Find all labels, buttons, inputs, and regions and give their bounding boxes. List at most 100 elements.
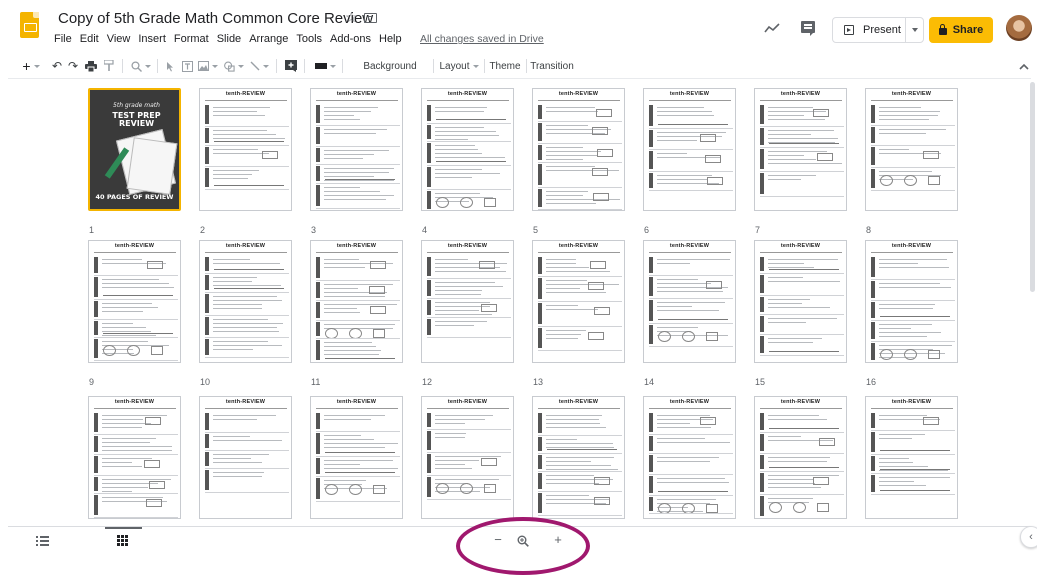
worksheet-text-line <box>102 419 143 420</box>
slide-thumbnail[interactable]: tenth-REVIEW <box>310 240 403 363</box>
worksheet-text-line <box>657 111 712 112</box>
scrollbar-thumb[interactable] <box>1030 82 1035 292</box>
slide-thumbnail[interactable]: tenth-REVIEW <box>532 88 625 211</box>
add-comment-icon[interactable] <box>284 57 298 75</box>
worksheet-text-line <box>102 311 143 312</box>
number-line <box>769 269 839 270</box>
slide-thumbnail[interactable]: tenth-REVIEW <box>643 396 736 519</box>
comments-icon[interactable] <box>801 21 815 36</box>
menu-insert[interactable]: Insert <box>138 33 166 45</box>
save-status-link[interactable]: All changes saved in Drive <box>420 33 544 45</box>
grid-view-icon[interactable] <box>117 535 129 547</box>
slide-thumbnail[interactable]: tenth-REVIEW <box>865 88 958 211</box>
side-panel-toggle[interactable]: ‹ <box>1020 526 1037 548</box>
worksheet-text-line <box>546 267 589 268</box>
slide-thumbnail[interactable]: tenth-REVIEW <box>421 88 514 211</box>
worksheet-rule <box>871 252 953 253</box>
worksheet-text-line <box>102 279 159 280</box>
paint-format-icon[interactable] <box>102 57 116 75</box>
header: Copy of 5th Grade Math Common Core Revie… <box>6 0 1032 52</box>
grid-scrollbar[interactable] <box>1030 82 1035 522</box>
theme-button[interactable]: Theme <box>488 57 522 75</box>
menu-help[interactable]: Help <box>379 33 402 45</box>
slide-thumbnail[interactable]: tenth-REVIEW <box>865 396 958 519</box>
present-options-dropdown[interactable] <box>906 18 923 42</box>
question-marker <box>205 317 209 335</box>
slide-thumbnail[interactable]: tenth-REVIEW <box>88 396 181 519</box>
print-icon[interactable] <box>84 57 98 75</box>
worksheet-text-line <box>657 132 726 133</box>
zoom-in-button[interactable]: + <box>551 532 565 548</box>
slide-thumbnail[interactable]: tenth-REVIEW <box>643 88 736 211</box>
slide-thumbnail[interactable]: tenth-REVIEW <box>310 88 403 211</box>
worksheet-text-line <box>102 438 156 439</box>
slide-thumbnail[interactable]: tenth-REVIEW <box>88 240 181 363</box>
slide-thumbnail[interactable]: tenth-REVIEW <box>754 240 847 363</box>
worksheet-text-line <box>879 458 909 459</box>
worksheet-divider <box>538 301 622 302</box>
slide-thumbnail[interactable]: tenth-REVIEW <box>199 240 292 363</box>
zoom-toolbar-button[interactable] <box>130 57 152 75</box>
menu-tools[interactable]: Tools <box>296 33 322 45</box>
worksheet-rule <box>760 408 842 409</box>
activity-dashboard-icon[interactable] <box>764 22 780 34</box>
menu-add-ons[interactable]: Add-ons <box>330 33 371 45</box>
insert-image-icon[interactable] <box>198 57 218 75</box>
filmstrip-view-icon[interactable] <box>36 535 50 547</box>
question-marker <box>538 145 542 160</box>
collapse-toolbar-icon[interactable] <box>1017 57 1031 75</box>
transition-button[interactable]: Transition <box>530 57 574 75</box>
background-button[interactable]: Background <box>350 57 430 75</box>
worksheet-text-line <box>324 324 395 325</box>
slide-thumbnail[interactable]: tenth-REVIEW <box>754 396 847 519</box>
slide-number: 16 <box>866 377 877 387</box>
question-marker <box>649 413 653 432</box>
question-marker <box>205 105 209 124</box>
zoom-icon[interactable] <box>517 535 529 547</box>
worksheet-text-line <box>546 423 600 424</box>
toolbar-divider <box>8 78 1031 79</box>
menu-format[interactable]: Format <box>174 33 209 45</box>
move-folder-icon[interactable] <box>364 13 377 23</box>
menu-view[interactable]: View <box>107 33 131 45</box>
diagram-shape <box>928 350 940 359</box>
slide-thumbnail[interactable]: tenth-REVIEW <box>310 396 403 519</box>
text-box-icon[interactable] <box>180 57 194 75</box>
slide-thumbnail[interactable]: tenth-REVIEW <box>754 88 847 211</box>
slide-thumbnail[interactable]: tenth-REVIEW <box>865 240 958 363</box>
share-button[interactable]: Share <box>929 17 993 43</box>
slide-thumbnail[interactable]: tenth-REVIEW <box>199 88 292 211</box>
star-icon[interactable]: ☆ <box>345 9 358 26</box>
redo-icon[interactable]: ↷ <box>66 57 80 75</box>
line-icon[interactable] <box>249 57 269 75</box>
slide-thumbnail[interactable]: 5th grade math TEST PREP REVIEW 40 PAGES O… <box>88 88 181 211</box>
account-avatar[interactable] <box>1006 15 1032 41</box>
slide-thumbnail[interactable]: tenth-REVIEW <box>421 240 514 363</box>
layout-button[interactable]: Layout <box>438 57 480 75</box>
slide-thumbnail[interactable]: tenth-REVIEW <box>199 396 292 519</box>
menu-edit[interactable]: Edit <box>80 33 99 45</box>
menu-arrange[interactable]: Arrange <box>249 33 288 45</box>
worksheet-text-line <box>657 415 710 416</box>
slide-thumbnail[interactable]: tenth-REVIEW <box>421 396 514 519</box>
answer-box <box>594 497 610 505</box>
worksheet-text-line <box>768 322 806 323</box>
slide-thumbnail[interactable]: tenth-REVIEW <box>532 240 625 363</box>
question-marker <box>94 495 98 515</box>
present-button[interactable]: Present <box>833 18 906 42</box>
slide-thumbnail[interactable]: tenth-REVIEW <box>643 240 736 363</box>
select-cursor-icon[interactable] <box>164 57 176 75</box>
slides-logo-icon[interactable] <box>20 12 39 38</box>
background-color-button[interactable] <box>312 57 338 75</box>
worksheet-divider <box>316 208 400 209</box>
question-marker <box>316 127 320 144</box>
new-slide-button[interactable]: + <box>20 57 42 75</box>
undo-icon[interactable]: ↶ <box>50 57 64 75</box>
shape-icon[interactable] <box>224 57 244 75</box>
slide-number: 12 <box>422 377 433 387</box>
menu-slide[interactable]: Slide <box>217 33 241 45</box>
menu-file[interactable]: File <box>54 33 72 45</box>
slide-thumbnail[interactable]: tenth-REVIEW <box>532 396 625 519</box>
document-title[interactable]: Copy of 5th Grade Math Common Core Revie… <box>58 10 373 27</box>
zoom-out-button[interactable]: − <box>491 532 505 548</box>
